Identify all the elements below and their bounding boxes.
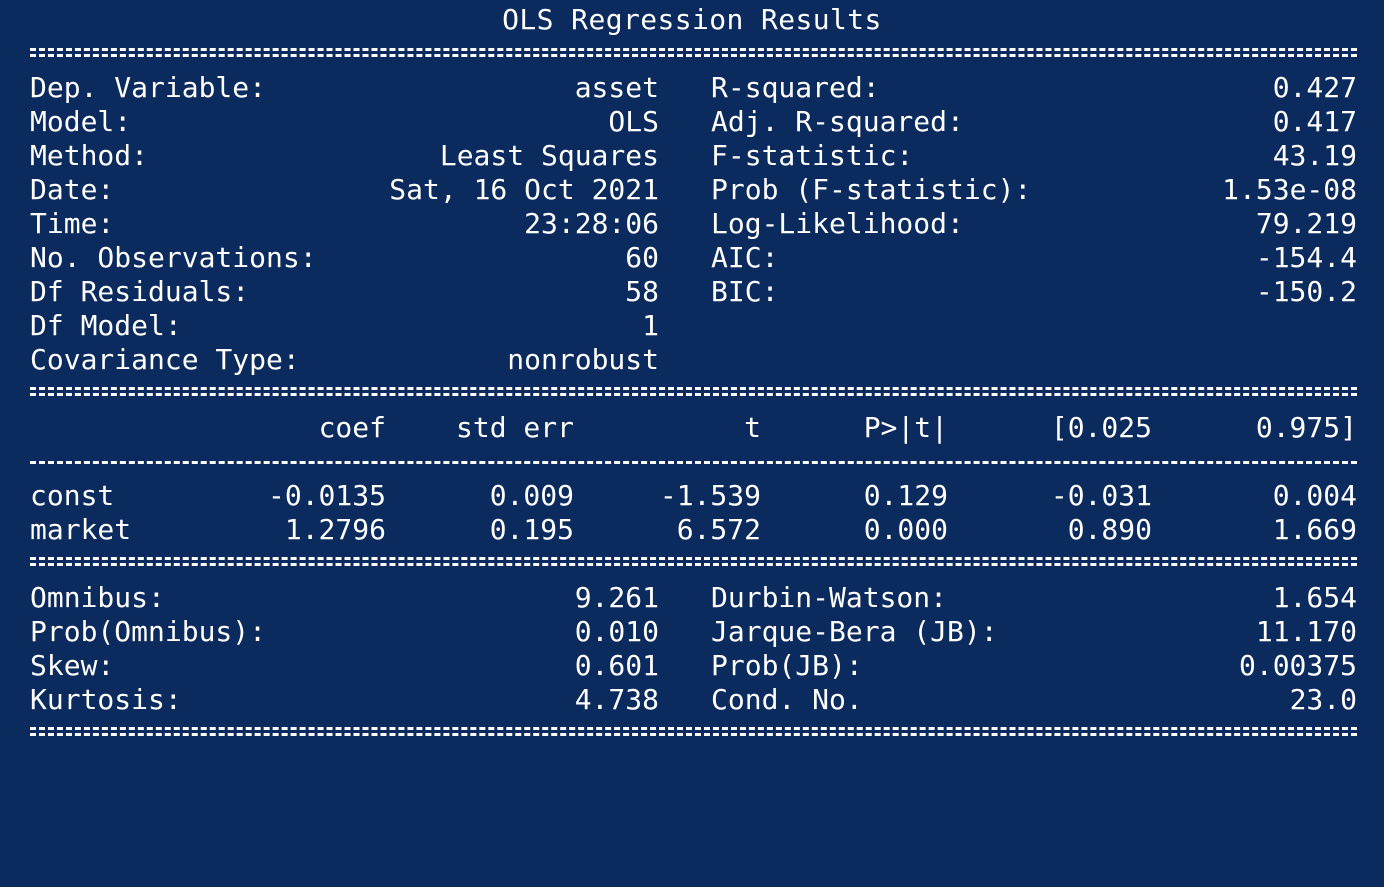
- diagnostic-value: 0.00375: [1238, 649, 1357, 682]
- info-value: 58: [625, 275, 659, 308]
- info-row: Date: Sat, 16 Oct 2021 Prob (F-statistic…: [30, 173, 1357, 207]
- diagnostic-value: 9.261: [574, 581, 659, 614]
- info-row: Df Model: 1: [30, 309, 1357, 343]
- diagnostic-value: 4.738: [574, 683, 659, 716]
- row-name: const: [30, 479, 115, 512]
- info-label: Method:: [30, 139, 149, 172]
- diagnostic-label: Durbin-Watson:: [711, 581, 948, 614]
- info-row: Covariance Type: nonrobust: [30, 343, 1357, 377]
- info-value: 60: [625, 241, 659, 274]
- table-cell: 6.572: [676, 513, 761, 546]
- info-row: Time: 23:28:06 Log-Likelihood: 79.219: [30, 207, 1357, 241]
- diagnostic-label: Skew:: [30, 649, 115, 682]
- stat-value: 79.219: [1255, 207, 1357, 240]
- terminal-output: OLS Regression Results Dep. Variable: as…: [0, 0, 1384, 750]
- info-label: Covariance Type:: [30, 343, 300, 376]
- info-value: nonrobust: [507, 343, 659, 376]
- table-cell: -0.0135: [267, 479, 386, 512]
- row-name: market: [30, 513, 132, 546]
- stat-value: -154.4: [1255, 241, 1357, 274]
- double-rule: [30, 727, 1357, 736]
- table-cell: -1.539: [659, 479, 761, 512]
- info-value: OLS: [608, 105, 659, 138]
- stat-label: F-statistic:: [711, 139, 914, 172]
- info-label: Df Residuals:: [30, 275, 250, 308]
- diagnostic-value: 23.0: [1289, 683, 1357, 716]
- table-cell: 0.890: [1067, 513, 1152, 546]
- diagnostic-label: Omnibus:: [30, 581, 165, 614]
- column-header: [0.025: [1050, 411, 1152, 444]
- results-title: OLS Regression Results: [502, 3, 882, 36]
- stat-label: Prob (F-statistic):: [711, 173, 1032, 206]
- info-label: Dep. Variable:: [30, 71, 267, 104]
- table-cell: 0.195: [489, 513, 574, 546]
- table-row: const -0.0135 0.009 -1.539 0.129 -0.031 …: [30, 479, 1357, 513]
- info-row: No. Observations: 60 AIC: -154.4: [30, 241, 1357, 275]
- stat-value: 0.427: [1272, 71, 1357, 104]
- table-cell: 1.669: [1272, 513, 1357, 546]
- stat-label: AIC:: [711, 241, 779, 274]
- diagnostic-row: Prob(Omnibus): 0.010 Jarque-Bera (JB): 1…: [30, 615, 1357, 649]
- table-cell: -0.031: [1050, 479, 1152, 512]
- info-value: Least Squares: [439, 139, 659, 172]
- stat-label: R-squared:: [711, 71, 880, 104]
- diagnostic-row: Omnibus: 9.261 Durbin-Watson: 1.654: [30, 581, 1357, 615]
- model-info-section: Dep. Variable: asset R-squared: 0.427 Mo…: [30, 71, 1357, 377]
- diagnostic-label: Prob(Omnibus):: [30, 615, 267, 648]
- info-row: Method: Least Squares F-statistic: 43.19: [30, 139, 1357, 173]
- info-label: Model:: [30, 105, 132, 138]
- stat-label: BIC:: [711, 275, 779, 308]
- diagnostic-value: 11.170: [1255, 615, 1357, 648]
- diagnostic-value: 1.654: [1272, 581, 1357, 614]
- table-row: market 1.2796 0.195 6.572 0.000 0.890 1.…: [30, 513, 1357, 547]
- table-cell: 0.129: [863, 479, 948, 512]
- info-value: asset: [574, 71, 659, 104]
- info-label: Df Model:: [30, 309, 182, 342]
- stat-label: Log-Likelihood:: [711, 207, 964, 240]
- diagnostic-label: Cond. No.: [711, 683, 863, 716]
- diagnostic-row: Skew: 0.601 Prob(JB): 0.00375: [30, 649, 1357, 683]
- diagnostic-label: Kurtosis:: [30, 683, 182, 716]
- table-cell: 0.004: [1272, 479, 1357, 512]
- double-rule: [30, 48, 1357, 57]
- info-label: Date:: [30, 173, 115, 206]
- info-label: Time:: [30, 207, 115, 240]
- column-header: t: [744, 411, 761, 444]
- table-cell: 1.2796: [284, 513, 386, 546]
- diagnostic-label: Jarque-Bera (JB):: [711, 615, 998, 648]
- table-cell: 0.009: [489, 479, 574, 512]
- diagnostic-row: Kurtosis: 4.738 Cond. No. 23.0: [30, 683, 1357, 717]
- info-label: No. Observations:: [30, 241, 317, 274]
- info-row: Df Residuals: 58 BIC: -150.2: [30, 275, 1357, 309]
- info-value: 23:28:06: [524, 207, 659, 240]
- column-header: std err: [455, 411, 574, 444]
- coef-table-body: const -0.0135 0.009 -1.539 0.129 -0.031 …: [30, 479, 1357, 547]
- stat-value: 0.417: [1272, 105, 1357, 138]
- stat-value: 1.53e-08: [1222, 173, 1357, 206]
- diagnostic-label: Prob(JB):: [711, 649, 863, 682]
- stat-label: Adj. R-squared:: [711, 105, 964, 138]
- diagnostic-value: 0.601: [574, 649, 659, 682]
- single-rule: [30, 461, 1357, 464]
- table-cell: 0.000: [863, 513, 948, 546]
- column-header: 0.975]: [1255, 411, 1357, 444]
- column-header: P>|t|: [863, 411, 948, 444]
- stat-value: 43.19: [1272, 139, 1357, 172]
- diagnostics-section: Omnibus: 9.261 Durbin-Watson: 1.654 Prob…: [30, 581, 1357, 717]
- column-header: coef: [318, 411, 386, 444]
- info-value: Sat, 16 Oct 2021: [389, 173, 659, 206]
- info-value: 1: [642, 309, 659, 342]
- diagnostic-value: 0.010: [574, 615, 659, 648]
- coef-table-header: coef std err t P>|t| [0.025 0.975]: [30, 411, 1357, 445]
- info-row: Dep. Variable: asset R-squared: 0.427: [30, 71, 1357, 105]
- double-rule: [30, 557, 1357, 566]
- info-row: Model: OLS Adj. R-squared: 0.417: [30, 105, 1357, 139]
- stat-value: -150.2: [1255, 275, 1357, 308]
- double-rule: [30, 387, 1357, 396]
